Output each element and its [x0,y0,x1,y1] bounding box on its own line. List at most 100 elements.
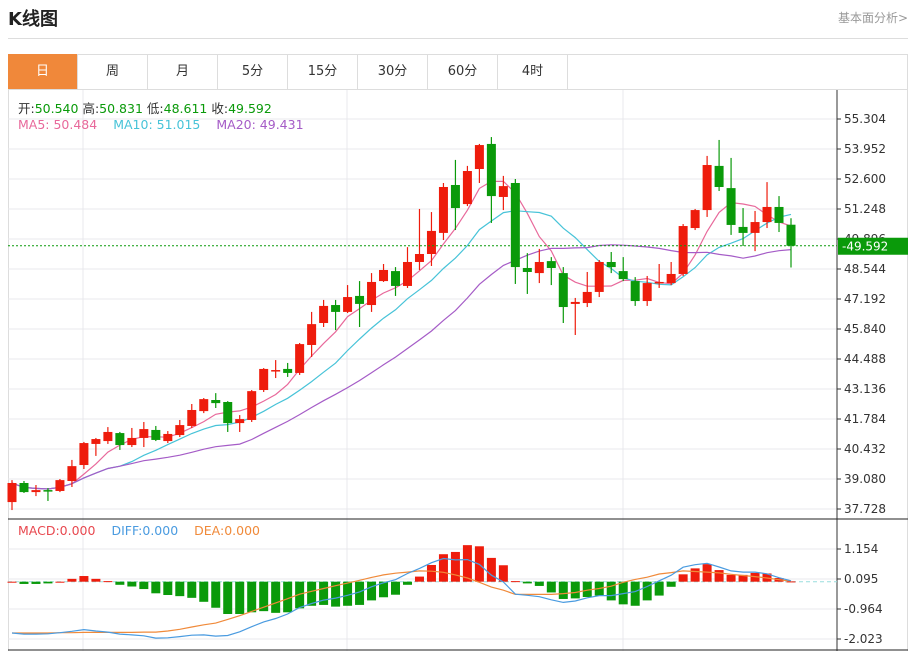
candle-body [19,482,29,493]
candle-body [582,291,592,304]
tab-month[interactable]: 月 [148,54,218,89]
open-value: 50.540 [34,101,79,116]
tab-day[interactable]: 日 [8,54,78,89]
low-value: 48.611 [163,101,208,116]
candle-body [247,391,257,420]
candle [187,404,197,428]
candle-body [426,230,436,254]
macd-bar [19,581,29,584]
candle [546,257,556,286]
diff-value: DIFF:0.000 [111,523,179,538]
price-tick-label: 47.192 [844,292,886,306]
candle-body [223,402,233,424]
candle [55,479,65,493]
tab-30min[interactable]: 30分 [358,54,428,89]
macd-bar [402,581,412,585]
candle-body [175,425,185,436]
candle-body [319,305,329,324]
candle-body [666,273,676,284]
candle-body [534,261,544,274]
candle [534,248,544,284]
candle [67,459,77,487]
candle-body [103,431,113,442]
candle-body [606,261,616,268]
candle-body [199,399,209,412]
candle-body [594,261,604,292]
candle-body [235,419,245,424]
candle [391,267,401,296]
macd-bar [666,581,676,587]
dea-line [12,570,792,634]
candle [774,196,784,233]
candle [666,261,676,286]
candle [750,210,760,252]
candle-body [7,482,17,503]
candle [702,155,712,217]
candle [19,480,29,493]
candle [295,342,305,375]
candle [426,212,436,266]
macd-bar [175,581,185,597]
candle [127,427,137,448]
macd-bar [534,581,544,586]
candle-body [391,271,401,286]
candle-body [462,171,472,205]
high-label: 高: [82,101,100,116]
candle [678,224,688,276]
candle [235,415,245,432]
candle-body [618,271,628,280]
macd-bar [7,581,17,583]
candle [786,218,796,268]
candle-body [67,466,77,481]
candle-body [642,283,652,302]
candle-body [654,281,664,284]
price-tick-label: 52.600 [844,172,886,186]
candle [690,208,700,231]
candle-body [139,429,149,438]
macd-bar [199,581,209,602]
candle-body [414,254,424,262]
tab-5min[interactable]: 5分 [218,54,288,89]
candle-body [259,368,269,391]
close-label: 收: [211,101,229,116]
candle [379,263,389,282]
tab-60min[interactable]: 60分 [428,54,498,89]
macd-bar [115,581,125,585]
macd-tick-label: -0.964 [844,602,883,616]
ma20-value: MA20: 49.431 [216,117,304,132]
candle [558,267,568,324]
candle [606,252,616,274]
candle [355,281,365,328]
macd-value: MACD:0.000 [18,523,96,538]
candle-body [774,206,784,223]
price-tick-label: 53.952 [844,142,886,156]
candle-body [355,295,365,304]
candle-body [163,433,173,442]
candle [462,165,472,207]
macd-bar [91,578,101,582]
macd-bar [546,581,556,593]
tab-15min[interactable]: 15分 [288,54,358,89]
candle-body [331,305,341,312]
candle-body [690,210,700,229]
candle-body [714,165,724,187]
dea-value: DEA:0.000 [194,523,261,538]
candle [283,362,293,377]
candle [139,421,149,448]
candle-body [271,370,281,372]
price-tick-label: 43.136 [844,382,886,396]
price-tick-label: 51.248 [844,202,886,216]
candle [259,368,269,393]
candle [343,285,353,314]
candle-body [558,273,568,308]
candle-body [187,409,197,426]
candle-body [678,226,688,274]
candle-body [762,206,772,223]
candle [319,299,329,328]
macd-bar [343,581,353,606]
candle [271,360,281,379]
tab-week[interactable]: 周 [78,54,148,89]
ma10-value: MA10: 51.015 [113,117,201,132]
tab-4hour[interactable]: 4时 [498,54,568,89]
macd-bar [486,557,496,582]
